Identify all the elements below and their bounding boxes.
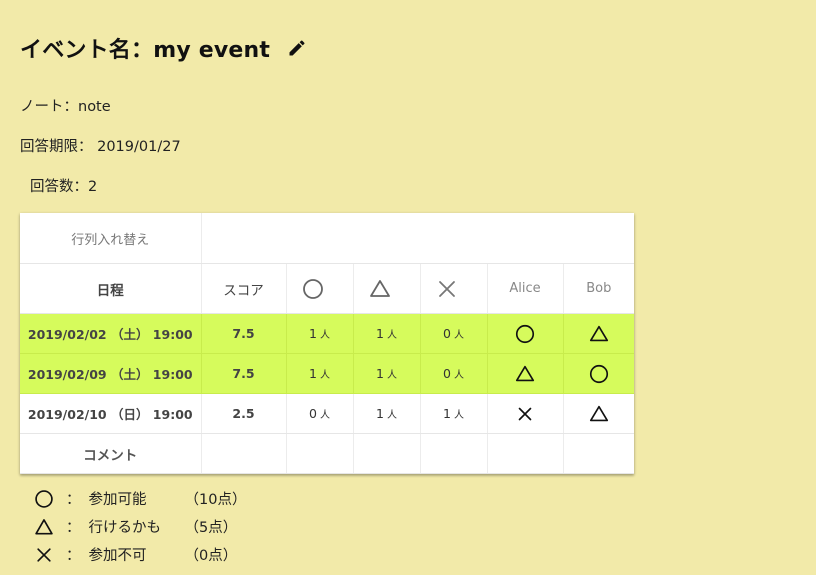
triangle-icon [35,518,53,534]
ng-count-cell: 1人 [420,393,488,434]
score-cell: 2.5 [201,393,287,434]
title-row: イベント名：my event [20,32,310,64]
answer-cell-alice[interactable] [487,313,564,354]
legend-points: （5点） [184,520,238,536]
comment-cell-bob[interactable] [563,433,635,474]
event-title: イベント名：my event [20,38,271,63]
ng-count-cell: 0人 [420,313,488,354]
schedule-table: 行列入れ替え 日程 スコア Alice Bob 2019/02/02 （土） 1… [20,213,635,474]
score-cell: 7.5 [201,313,287,354]
circle-icon [302,278,323,299]
pencil-icon [289,40,305,56]
table-row: 2019/02/10 （日） 19:00 2.5 0人 1人 1人 [20,393,635,434]
table-row: 2019/02/09 （土） 19:00 7.5 1人 1人 0人 [20,353,635,394]
ng-count-cell: 0人 [420,353,488,394]
comment-cell [353,433,421,474]
ok-count-cell: 1人 [286,313,354,354]
legend-points: （0点） [184,548,238,564]
score-header: スコア [201,263,287,314]
ng-count-header [420,263,488,314]
legend-label: 参加可能 [88,492,147,508]
participant-header-bob[interactable]: Bob [563,263,635,314]
swap-row-empty [201,213,635,264]
legend-item-available: ： 参加可能 （10点） [34,488,246,509]
triangle-icon [589,325,608,341]
date-cell: 2019/02/10 （日） 19:00 [20,393,202,434]
date-cell: 2019/02/09 （土） 19:00 [20,353,202,394]
participant-header-alice[interactable]: Alice [487,263,564,314]
legend-item-unavailable: ： 参加不可 （0点） [34,544,237,565]
legend-label: 行けるかも [88,520,162,536]
circle-icon [35,489,53,508]
answer-count-value: 2 [88,179,98,195]
table-row: 2019/02/02 （土） 19:00 7.5 1人 1人 0人 [20,313,635,354]
note-label: ノート： [20,99,78,115]
deadline-line: 回答期限： 2019/01/27 [20,135,181,156]
comment-row: コメント [20,433,635,474]
legend-item-maybe: ： 行けるかも （5点） [34,516,237,537]
maybe-count-cell: 1人 [353,393,421,434]
deadline-value: 2019/01/27 [97,139,181,155]
ok-count-cell: 0人 [286,393,354,434]
answer-cell-alice[interactable] [487,393,564,434]
cross-icon [37,547,51,562]
comment-cell [286,433,354,474]
score-cell: 7.5 [201,353,287,394]
maybe-count-cell: 1人 [353,313,421,354]
maybe-count-cell: 1人 [353,353,421,394]
schedule-card: 行列入れ替え 日程 スコア Alice Bob 2019/02/02 （土） 1… [20,213,635,474]
circle-icon [515,324,535,343]
note-value: note [78,99,111,115]
ok-count-cell: 1人 [286,353,354,394]
cross-icon [518,407,532,420]
date-header: 日程 [20,263,202,314]
cross-icon [438,280,455,297]
comment-cell [201,433,287,474]
answer-count-line: 回答数：2 [30,175,97,196]
deadline-label: 回答期限： [20,139,93,155]
swap-rows-columns-button[interactable]: 行列入れ替え [20,213,202,264]
note-line: ノート：note [20,95,111,116]
date-cell: 2019/02/02 （土） 19:00 [20,313,202,354]
circle-icon [589,364,608,383]
answer-cell-bob[interactable] [563,313,635,354]
triangle-icon [515,365,535,381]
legend-points: （10点） [184,492,247,508]
comment-cell-alice[interactable] [487,433,564,474]
answer-cell-alice[interactable] [487,353,564,394]
legend-label: 参加不可 [88,548,147,564]
comment-label: コメント [20,433,202,474]
page: イベント名：my event ノート：note 回答期限： 2019/01/27… [0,0,816,575]
ok-count-header [286,263,354,314]
swap-row: 行列入れ替え [20,213,635,264]
edit-button[interactable] [284,35,310,61]
maybe-count-header [353,263,421,314]
answer-cell-bob[interactable] [563,393,635,434]
answer-cell-bob[interactable] [563,353,635,394]
answer-count-label: 回答数： [30,179,88,195]
triangle-icon [589,405,608,421]
header-row: 日程 スコア Alice Bob [20,263,635,314]
triangle-icon [369,279,390,297]
comment-cell [420,433,488,474]
